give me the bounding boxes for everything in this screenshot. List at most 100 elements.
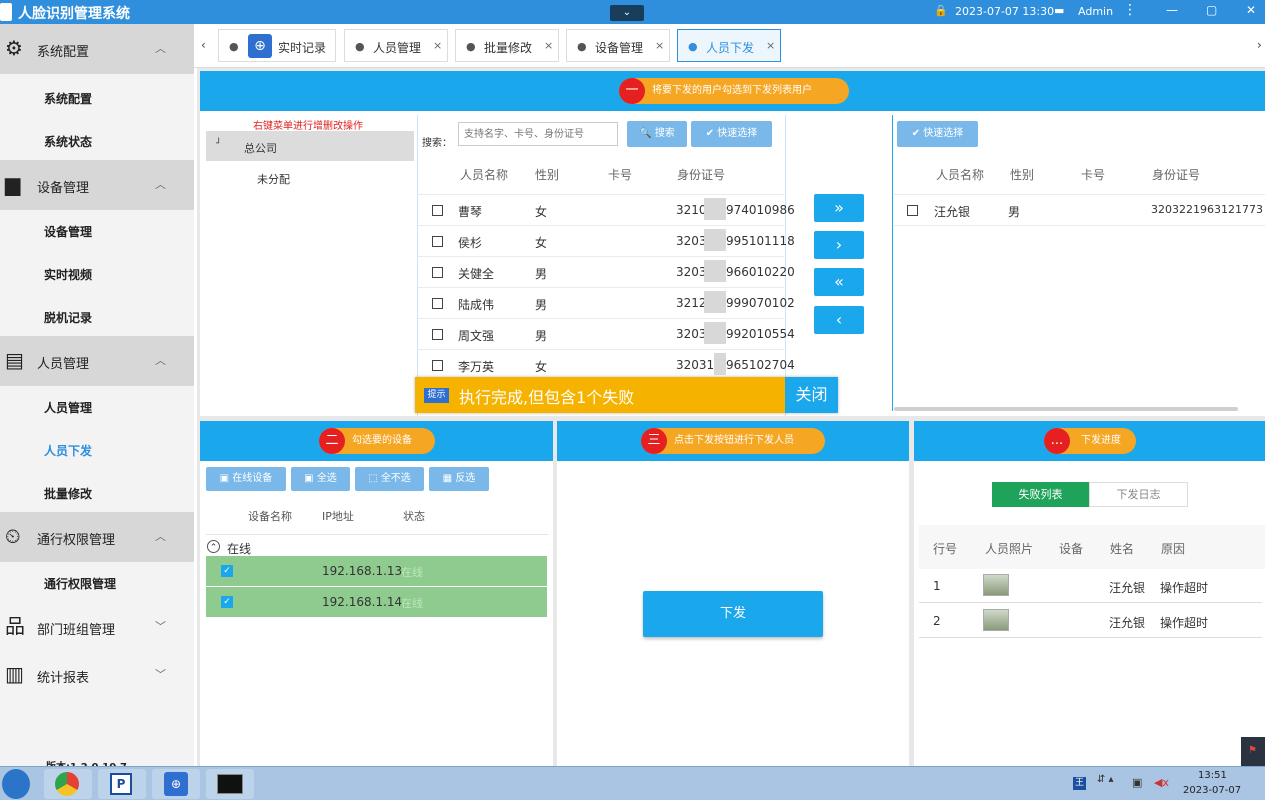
select-all-icon: ▣ bbox=[304, 473, 314, 484]
clock-time[interactable]: 13:51 bbox=[1198, 770, 1227, 781]
search-icon: 🔍 bbox=[639, 128, 652, 139]
move-all-right-button[interactable]: » bbox=[814, 194, 864, 222]
volume-muted-icon[interactable]: ◀x bbox=[1154, 776, 1169, 789]
tab-realtime-records[interactable]: ● ⊕ 实时记录 bbox=[218, 29, 336, 62]
progress-panel: ... 下发进度 失败列表 下发日志 行号 人员照片 设备 姓名 原因 1 汪允… bbox=[914, 421, 1265, 766]
table-row[interactable]: 周文强 男 3203 992010554 bbox=[418, 319, 795, 350]
app-icon bbox=[0, 3, 12, 21]
tab-personnel-dispatch[interactable]: ● 人员下发 × bbox=[677, 29, 781, 62]
tree-node-unassigned[interactable]: 未分配 bbox=[257, 171, 290, 187]
online-devices-button[interactable]: ▣ 在线设备 bbox=[206, 467, 286, 491]
sidebar-group-access-mgmt[interactable]: ⏲ 通行权限管理 ︿ bbox=[0, 512, 194, 562]
sidebar-item-label: 人员管理 bbox=[44, 401, 93, 415]
table-row[interactable]: 陆成伟 男 3212 999070102 bbox=[418, 288, 795, 319]
sidebar-group-label: 部门班组管理 bbox=[37, 623, 116, 638]
sidebar-item-label: 设备管理 bbox=[44, 225, 93, 239]
network-icon[interactable]: ▣ bbox=[1132, 776, 1142, 789]
move-left-button[interactable]: ‹ bbox=[814, 306, 864, 334]
row-checkbox[interactable] bbox=[432, 236, 443, 247]
lock-icon[interactable]: 🔒 bbox=[934, 4, 948, 17]
tree-expander-icon[interactable]: ┘ bbox=[216, 139, 221, 149]
row-checkbox[interactable] bbox=[432, 329, 443, 340]
person-name: 周文强 bbox=[458, 329, 495, 343]
clock-date[interactable]: 2023-07-07 bbox=[1183, 785, 1241, 796]
more-icon[interactable]: ⋮ bbox=[1123, 2, 1137, 18]
move-all-left-button[interactable]: « bbox=[814, 268, 864, 296]
face-app-taskbar-button[interactable]: ⊕ bbox=[152, 769, 200, 799]
person-id-tail: 965102704 bbox=[726, 358, 795, 372]
row-checkbox[interactable] bbox=[907, 205, 918, 216]
tab-label: 批量修改 bbox=[484, 41, 533, 55]
sidebar-item-personnel-mgmt[interactable]: 人员管理 bbox=[0, 385, 194, 428]
quick-select-button[interactable]: ✔ 快速选择 bbox=[691, 121, 772, 147]
sidebar-item-system-config[interactable]: 系统配置 bbox=[0, 76, 194, 119]
row-checkbox[interactable] bbox=[432, 298, 443, 309]
tab-batch-edit[interactable]: ● 批量修改 × bbox=[455, 29, 559, 62]
restore-icon[interactable]: ▢ bbox=[1206, 3, 1217, 17]
sidebar-item-system-status[interactable]: 系统状态 bbox=[0, 119, 194, 162]
sidebar-item-batch-edit[interactable]: 批量修改 bbox=[0, 471, 194, 514]
tab-close-icon[interactable]: × bbox=[766, 39, 775, 52]
column-header-ip: IP地址 bbox=[322, 510, 354, 523]
fail-row[interactable]: 1 汪允银 操作超时 bbox=[919, 569, 1262, 603]
table-row[interactable]: 曹琴 女 3210 974010986 bbox=[418, 195, 795, 226]
tab-scroll-right-icon[interactable]: › bbox=[1257, 38, 1262, 52]
flag-icon[interactable]: ⚑ bbox=[1241, 737, 1265, 766]
checked-checkbox[interactable]: ✓ bbox=[221, 596, 233, 608]
invert-selection-button[interactable]: ▦ 反选 bbox=[429, 467, 489, 491]
ime-icon[interactable]: 王 bbox=[1073, 777, 1086, 790]
close-icon[interactable]: ✕ bbox=[1246, 3, 1256, 17]
chevron-down-icon[interactable]: ⌄ bbox=[610, 5, 644, 21]
tab-device-mgmt[interactable]: ● 设备管理 × bbox=[566, 29, 670, 62]
sidebar-group-reports[interactable]: ▥ 统计报表 ﹀ bbox=[0, 650, 194, 700]
sidebar-group-dept-mgmt[interactable]: 品 部门班组管理 ﹀ bbox=[0, 602, 194, 652]
chrome-taskbar-button[interactable] bbox=[44, 769, 92, 799]
search-button[interactable]: 🔍 搜索 bbox=[627, 121, 687, 147]
sidebar-item-personnel-dispatch[interactable]: 人员下发 bbox=[0, 428, 194, 471]
fail-row[interactable]: 2 汪允银 操作超时 bbox=[919, 604, 1262, 638]
select-none-button[interactable]: ⬚ 全不选 bbox=[355, 467, 424, 491]
sidebar-group-system-config[interactable]: ⚙ 系统配置 ︿ bbox=[0, 24, 194, 74]
tab-close-icon[interactable]: × bbox=[655, 39, 664, 52]
tab-scroll-left-icon[interactable]: ‹ bbox=[201, 38, 206, 52]
search-input[interactable] bbox=[458, 122, 618, 146]
row-checkbox[interactable] bbox=[432, 267, 443, 278]
dispatch-button[interactable]: 下发 bbox=[643, 591, 823, 637]
sidebar-group-personnel-mgmt[interactable]: ▤ 人员管理 ︿ bbox=[0, 336, 194, 386]
toast-close-button[interactable]: 关闭 bbox=[785, 377, 838, 413]
collapse-group-icon[interactable]: ⌃ bbox=[207, 540, 220, 553]
tab-dispatch-log[interactable]: 下发日志 bbox=[1089, 482, 1188, 507]
row-checkbox[interactable] bbox=[432, 360, 443, 371]
person-name: 曹琴 bbox=[458, 205, 483, 219]
row-checkbox[interactable] bbox=[432, 205, 443, 216]
sidebar-group-device-mgmt[interactable]: ▆ 设备管理 ︿ bbox=[0, 160, 194, 210]
terminal-taskbar-button[interactable] bbox=[206, 769, 254, 799]
id-mask bbox=[704, 229, 726, 251]
sidebar-item-offline-records[interactable]: 脱机记录 bbox=[0, 295, 194, 338]
checked-checkbox[interactable]: ✓ bbox=[221, 565, 233, 577]
column-header-device: 设备 bbox=[1059, 542, 1084, 556]
tree-node-company[interactable]: ┘ 总公司 bbox=[206, 131, 414, 161]
tab-dot-icon: ● bbox=[466, 40, 476, 53]
horizontal-scrollbar[interactable] bbox=[894, 407, 1238, 411]
sidebar-item-live-video[interactable]: 实时视频 bbox=[0, 252, 194, 295]
selected-row[interactable]: 汪允银 男 3203221963121773 bbox=[894, 195, 1265, 226]
tab-close-icon[interactable]: × bbox=[433, 39, 442, 52]
sidebar-item-access-mgmt[interactable]: 通行权限管理 bbox=[0, 561, 194, 604]
device-row[interactable]: ✓ 192.168.1.13 在线 bbox=[206, 556, 547, 586]
table-row[interactable]: 关健全 男 3203 966010220 bbox=[418, 257, 795, 288]
minimize-icon[interactable]: — bbox=[1166, 3, 1178, 17]
move-right-button[interactable]: › bbox=[814, 231, 864, 259]
device-row[interactable]: ✓ 192.168.1.14 在线 bbox=[206, 587, 547, 617]
table-row[interactable]: 侯杉 女 3203 995101118 bbox=[418, 226, 795, 257]
start-button[interactable] bbox=[2, 769, 30, 799]
sidebar-item-device-mgmt[interactable]: 设备管理 bbox=[0, 209, 194, 252]
tab-fail-list[interactable]: 失败列表 bbox=[992, 482, 1089, 507]
right-quick-select-button[interactable]: ✔ 快速选择 bbox=[897, 121, 978, 147]
tab-close-icon[interactable]: × bbox=[544, 39, 553, 52]
tray-arrow-icon[interactable]: ⇵ ▴ bbox=[1097, 774, 1114, 785]
p-app-taskbar-button[interactable]: P bbox=[98, 769, 146, 799]
user-name[interactable]: Admin bbox=[1078, 5, 1113, 18]
select-all-button[interactable]: ▣ 全选 bbox=[291, 467, 350, 491]
tab-personnel-mgmt[interactable]: ● 人员管理 × bbox=[344, 29, 448, 62]
